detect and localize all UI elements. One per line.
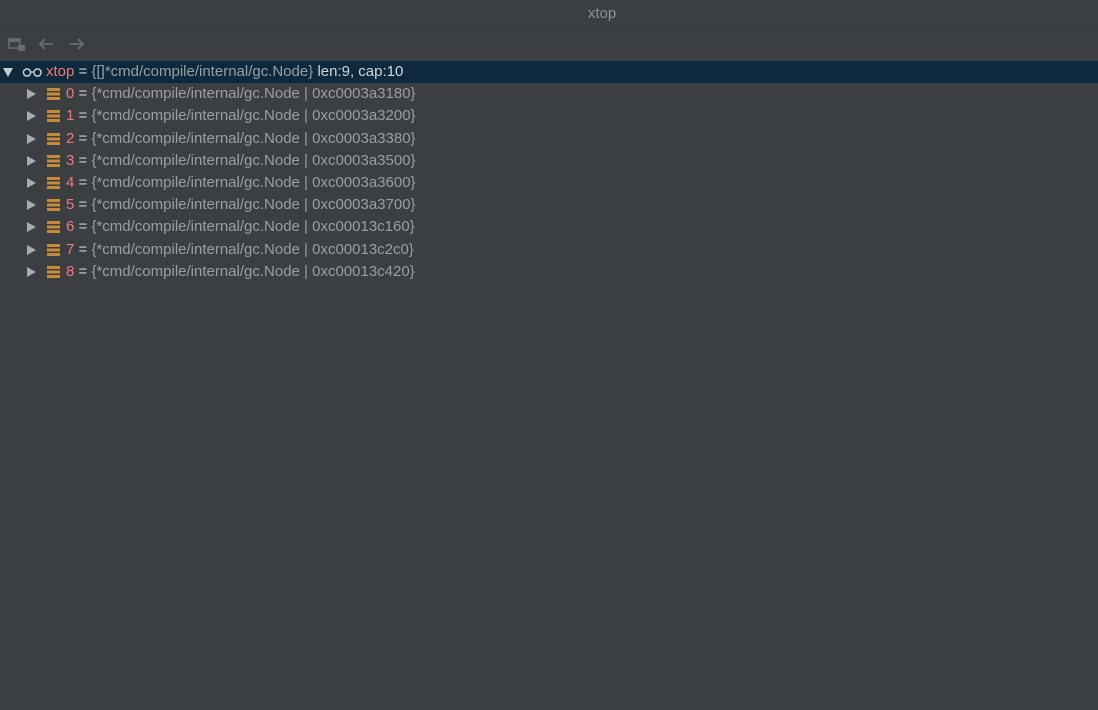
- tree-row-element[interactable]: 1 = {*cmd/compile/internal/gc.Node | 0xc…: [0, 105, 1098, 127]
- equals-sign: =: [78, 196, 88, 214]
- element-index: 8: [66, 262, 75, 280]
- equals-sign: =: [78, 129, 88, 147]
- expanded-triangle-icon[interactable]: [3, 67, 13, 77]
- root-label: xtop = {[]*cmd/compile/internal/gc.Node}…: [46, 61, 403, 83]
- field-list-icon: [47, 265, 60, 278]
- collapsed-triangle-icon[interactable]: [26, 266, 36, 277]
- equals-sign: =: [78, 107, 88, 125]
- element-index: 4: [66, 173, 75, 191]
- forward-arrow-icon: [70, 38, 85, 50]
- tree-row-element[interactable]: 2 = {*cmd/compile/internal/gc.Node | 0xc…: [0, 128, 1098, 150]
- collapsed-triangle-icon[interactable]: [26, 89, 36, 100]
- field-list-icon: [47, 88, 60, 101]
- element-index: 7: [66, 240, 75, 258]
- equals-sign: =: [78, 240, 88, 258]
- element-value: {*cmd/compile/internal/gc.Node | 0xc0001…: [91, 262, 415, 280]
- layout-button[interactable]: [7, 35, 27, 53]
- element-label: 1 = {*cmd/compile/internal/gc.Node | 0xc…: [66, 105, 416, 127]
- element-value: {*cmd/compile/internal/gc.Node | 0xc0003…: [91, 173, 416, 191]
- element-index: 6: [66, 218, 75, 236]
- back-button[interactable]: [36, 35, 56, 53]
- title-bar: xtop: [0, 0, 1098, 28]
- debugger-variables-window: xtop xtop = {[]*cmd/compile/internal/gc.…: [0, 0, 1098, 710]
- element-value: {*cmd/compile/internal/gc.Node | 0xc0003…: [91, 107, 416, 125]
- element-value: {*cmd/compile/internal/gc.Node | 0xc0001…: [91, 218, 415, 236]
- tree-row-element[interactable]: 6 = {*cmd/compile/internal/gc.Node | 0xc…: [0, 216, 1098, 238]
- field-list-icon: [47, 154, 60, 167]
- element-label: 2 = {*cmd/compile/internal/gc.Node | 0xc…: [66, 128, 416, 150]
- equals-sign: =: [78, 218, 88, 236]
- element-value: {*cmd/compile/internal/gc.Node | 0xc0003…: [91, 85, 416, 103]
- tree-row-element[interactable]: 7 = {*cmd/compile/internal/gc.Node | 0xc…: [0, 239, 1098, 261]
- tree-row-element[interactable]: 0 = {*cmd/compile/internal/gc.Node | 0xc…: [0, 83, 1098, 105]
- layout-icon: [8, 38, 25, 51]
- equals-sign: =: [78, 63, 88, 80]
- element-value: {*cmd/compile/internal/gc.Node | 0xc0003…: [91, 151, 416, 169]
- field-list-icon: [47, 199, 60, 212]
- forward-button[interactable]: [67, 35, 87, 53]
- tree-root-row[interactable]: xtop = {[]*cmd/compile/internal/gc.Node}…: [0, 61, 1098, 84]
- field-list-icon: [47, 243, 60, 256]
- collapsed-triangle-icon[interactable]: [26, 244, 36, 255]
- equals-sign: =: [78, 262, 88, 280]
- element-index: 1: [66, 107, 75, 125]
- element-index: 3: [66, 151, 75, 169]
- element-index: 5: [66, 196, 75, 214]
- element-label: 7 = {*cmd/compile/internal/gc.Node | 0xc…: [66, 239, 414, 261]
- equals-sign: =: [78, 85, 88, 103]
- back-arrow-icon: [38, 38, 53, 50]
- tree-row-element[interactable]: 8 = {*cmd/compile/internal/gc.Node | 0xc…: [0, 261, 1098, 283]
- element-label: 8 = {*cmd/compile/internal/gc.Node | 0xc…: [66, 261, 415, 283]
- variables-tree: xtop = {[]*cmd/compile/internal/gc.Node}…: [0, 61, 1098, 283]
- watch-glasses-icon: [22, 68, 42, 77]
- collapsed-triangle-icon[interactable]: [26, 222, 36, 233]
- collapsed-triangle-icon[interactable]: [26, 133, 36, 144]
- variable-name: xtop: [46, 63, 75, 80]
- tree-row-element[interactable]: 5 = {*cmd/compile/internal/gc.Node | 0xc…: [0, 194, 1098, 216]
- collapsed-triangle-icon[interactable]: [26, 155, 36, 166]
- collapsed-triangle-icon[interactable]: [26, 177, 36, 188]
- tree-row-element[interactable]: 3 = {*cmd/compile/internal/gc.Node | 0xc…: [0, 150, 1098, 172]
- collapsed-triangle-icon[interactable]: [26, 111, 36, 122]
- element-index: 0: [66, 85, 75, 103]
- field-list-icon: [47, 221, 60, 234]
- element-label: 6 = {*cmd/compile/internal/gc.Node | 0xc…: [66, 216, 415, 238]
- field-list-icon: [47, 110, 60, 123]
- variable-type: {[]*cmd/compile/internal/gc.Node}: [91, 63, 314, 80]
- toolbar: [0, 28, 1098, 60]
- collapsed-triangle-icon[interactable]: [26, 200, 36, 211]
- element-label: 3 = {*cmd/compile/internal/gc.Node | 0xc…: [66, 150, 416, 172]
- window-title: xtop: [587, 5, 617, 22]
- tree-row-element[interactable]: 4 = {*cmd/compile/internal/gc.Node | 0xc…: [0, 172, 1098, 194]
- field-list-icon: [47, 132, 60, 145]
- element-label: 0 = {*cmd/compile/internal/gc.Node | 0xc…: [66, 83, 416, 105]
- element-index: 2: [66, 129, 75, 147]
- field-list-icon: [47, 176, 60, 189]
- element-label: 4 = {*cmd/compile/internal/gc.Node | 0xc…: [66, 172, 416, 194]
- element-label: 5 = {*cmd/compile/internal/gc.Node | 0xc…: [66, 194, 416, 216]
- element-value: {*cmd/compile/internal/gc.Node | 0xc0003…: [91, 129, 416, 147]
- equals-sign: =: [78, 151, 88, 169]
- length-capacity: len:9, cap:10: [317, 63, 404, 80]
- element-value: {*cmd/compile/internal/gc.Node | 0xc0001…: [91, 240, 414, 258]
- equals-sign: =: [78, 173, 88, 191]
- element-value: {*cmd/compile/internal/gc.Node | 0xc0003…: [91, 196, 416, 214]
